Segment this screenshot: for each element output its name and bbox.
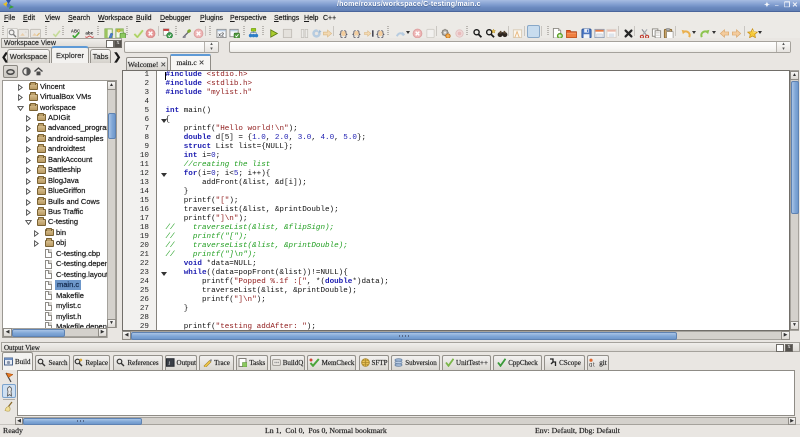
svg-text:i: i <box>168 361 170 367</box>
svg-text:abc: abc <box>85 30 93 35</box>
svg-text:t: t <box>593 363 595 368</box>
svg-text:g: g <box>589 363 592 368</box>
